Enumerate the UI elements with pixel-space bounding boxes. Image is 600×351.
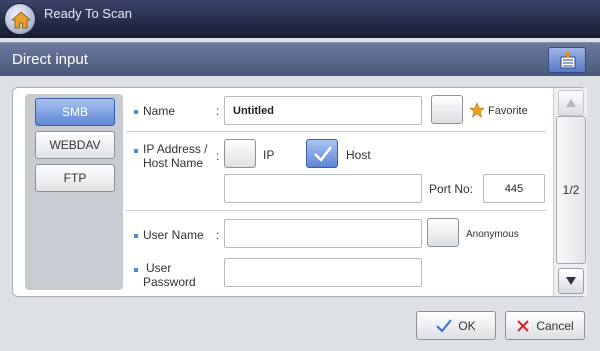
scroll-up-button[interactable] [558,90,584,116]
port-field[interactable]: 445 [483,174,545,203]
user-name-label: User Name [143,228,204,242]
name-label: Name [143,104,176,118]
bullet [134,149,138,153]
home-button[interactable] [4,3,36,35]
anonymous-label: Anonymous [466,229,519,240]
page-title: Direct input [12,51,88,68]
bullet [134,268,138,272]
divider [126,210,546,211]
cancel-label: Cancel [536,318,574,333]
check-icon [436,318,453,332]
star-icon [469,102,485,118]
status-title: Ready To Scan [44,6,132,21]
divider [126,131,546,132]
address-label-line2: Host Name [143,156,204,170]
ip-radio[interactable] [224,139,256,168]
password-label-line1: User [146,261,172,275]
tab-webdav[interactable]: WEBDAV [35,131,115,159]
ok-label: OK [458,318,476,333]
triangle-up-icon [566,99,576,107]
host-name-field[interactable] [224,174,422,203]
port-label: Port No: [429,182,474,196]
favorite-label: Favorite [488,105,528,117]
tab-smb[interactable]: SMB [35,98,115,126]
status-bar: Ready To Scan [0,0,600,38]
user-password-field[interactable] [224,258,422,287]
check-icon [314,146,332,162]
direct-input-panel: SMB WEBDAV FTP Name : Untitled Favorite … [12,87,587,297]
ip-label: IP [263,148,275,162]
bullet [134,110,138,114]
address-book-icon [560,52,576,69]
colon: : [216,104,220,118]
triangle-down-icon [566,277,576,285]
name-field[interactable]: Untitled [224,96,422,125]
cancel-button[interactable]: Cancel [505,311,585,340]
favorite-checkbox[interactable] [431,95,463,124]
colon: : [216,228,220,242]
colon: : [216,149,220,163]
close-icon [517,319,530,332]
address-book-button[interactable] [548,47,586,73]
ok-button[interactable]: OK [416,311,496,340]
user-name-field[interactable] [224,219,422,248]
host-radio[interactable] [306,139,338,168]
scrollbar[interactable]: 1/2 [553,88,587,296]
tab-ftp[interactable]: FTP [35,164,115,192]
address-label-line1: IP Address / [143,142,208,156]
page-header: Direct input [0,42,600,76]
scroll-down-button[interactable] [558,268,584,294]
protocol-tabs: SMB WEBDAV FTP [25,94,123,290]
password-label-line2: Password [143,275,196,289]
home-icon [11,11,31,29]
anonymous-checkbox[interactable] [427,218,459,247]
host-label: Host [346,148,371,162]
page-indicator[interactable]: 1/2 [556,116,586,264]
bullet [134,234,138,238]
